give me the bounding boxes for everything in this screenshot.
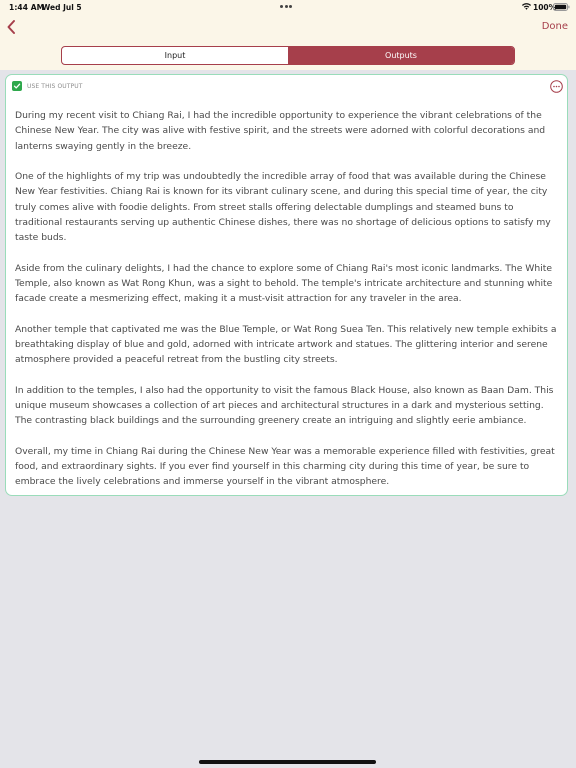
output-paragraph: One of the highlights of my trip was und… xyxy=(15,171,551,243)
output-paragraph: Overall, my time in Chiang Rai during th… xyxy=(15,445,555,488)
output-paragraph: Aside from the culinary delights, I had … xyxy=(15,262,553,305)
checkbox-checked-icon[interactable] xyxy=(12,81,22,91)
output-paragraph: During my recent visit to Chiang Rai, I … xyxy=(15,110,546,152)
use-this-output-toggle[interactable]: USE THIS OUTPUT xyxy=(12,81,83,91)
use-this-output-label: USE THIS OUTPUT xyxy=(27,82,83,90)
wifi-icon xyxy=(521,3,532,10)
output-paragraph: In addition to the temples, I also had t… xyxy=(15,384,554,427)
done-button[interactable]: Done xyxy=(542,21,568,32)
tab-input[interactable]: Input xyxy=(62,47,288,64)
ellipsis-circle-icon[interactable] xyxy=(550,80,563,93)
status-bar: 1:44 AM Wed Jul 5 100% xyxy=(0,0,576,14)
output-paragraph: Another temple that captivated me was th… xyxy=(15,323,557,366)
checkmark-icon xyxy=(13,83,21,89)
home-indicator[interactable] xyxy=(199,760,376,764)
status-time: 1:44 AM xyxy=(9,3,45,12)
multitasking-dots-icon[interactable] xyxy=(280,5,296,8)
status-date: Wed Jul 5 xyxy=(42,3,82,12)
chevron-left-icon[interactable] xyxy=(4,18,20,36)
input-output-segmented-control: Input Outputs xyxy=(61,46,515,65)
output-card: USE THIS OUTPUT During my recent visit t… xyxy=(5,74,568,496)
battery-icon xyxy=(553,2,570,11)
output-text[interactable]: During my recent visit to Chiang Rai, I … xyxy=(15,108,562,489)
top-bar: 1:44 AM Wed Jul 5 100% Done Input Output… xyxy=(0,0,576,70)
tab-outputs[interactable]: Outputs xyxy=(288,47,514,64)
